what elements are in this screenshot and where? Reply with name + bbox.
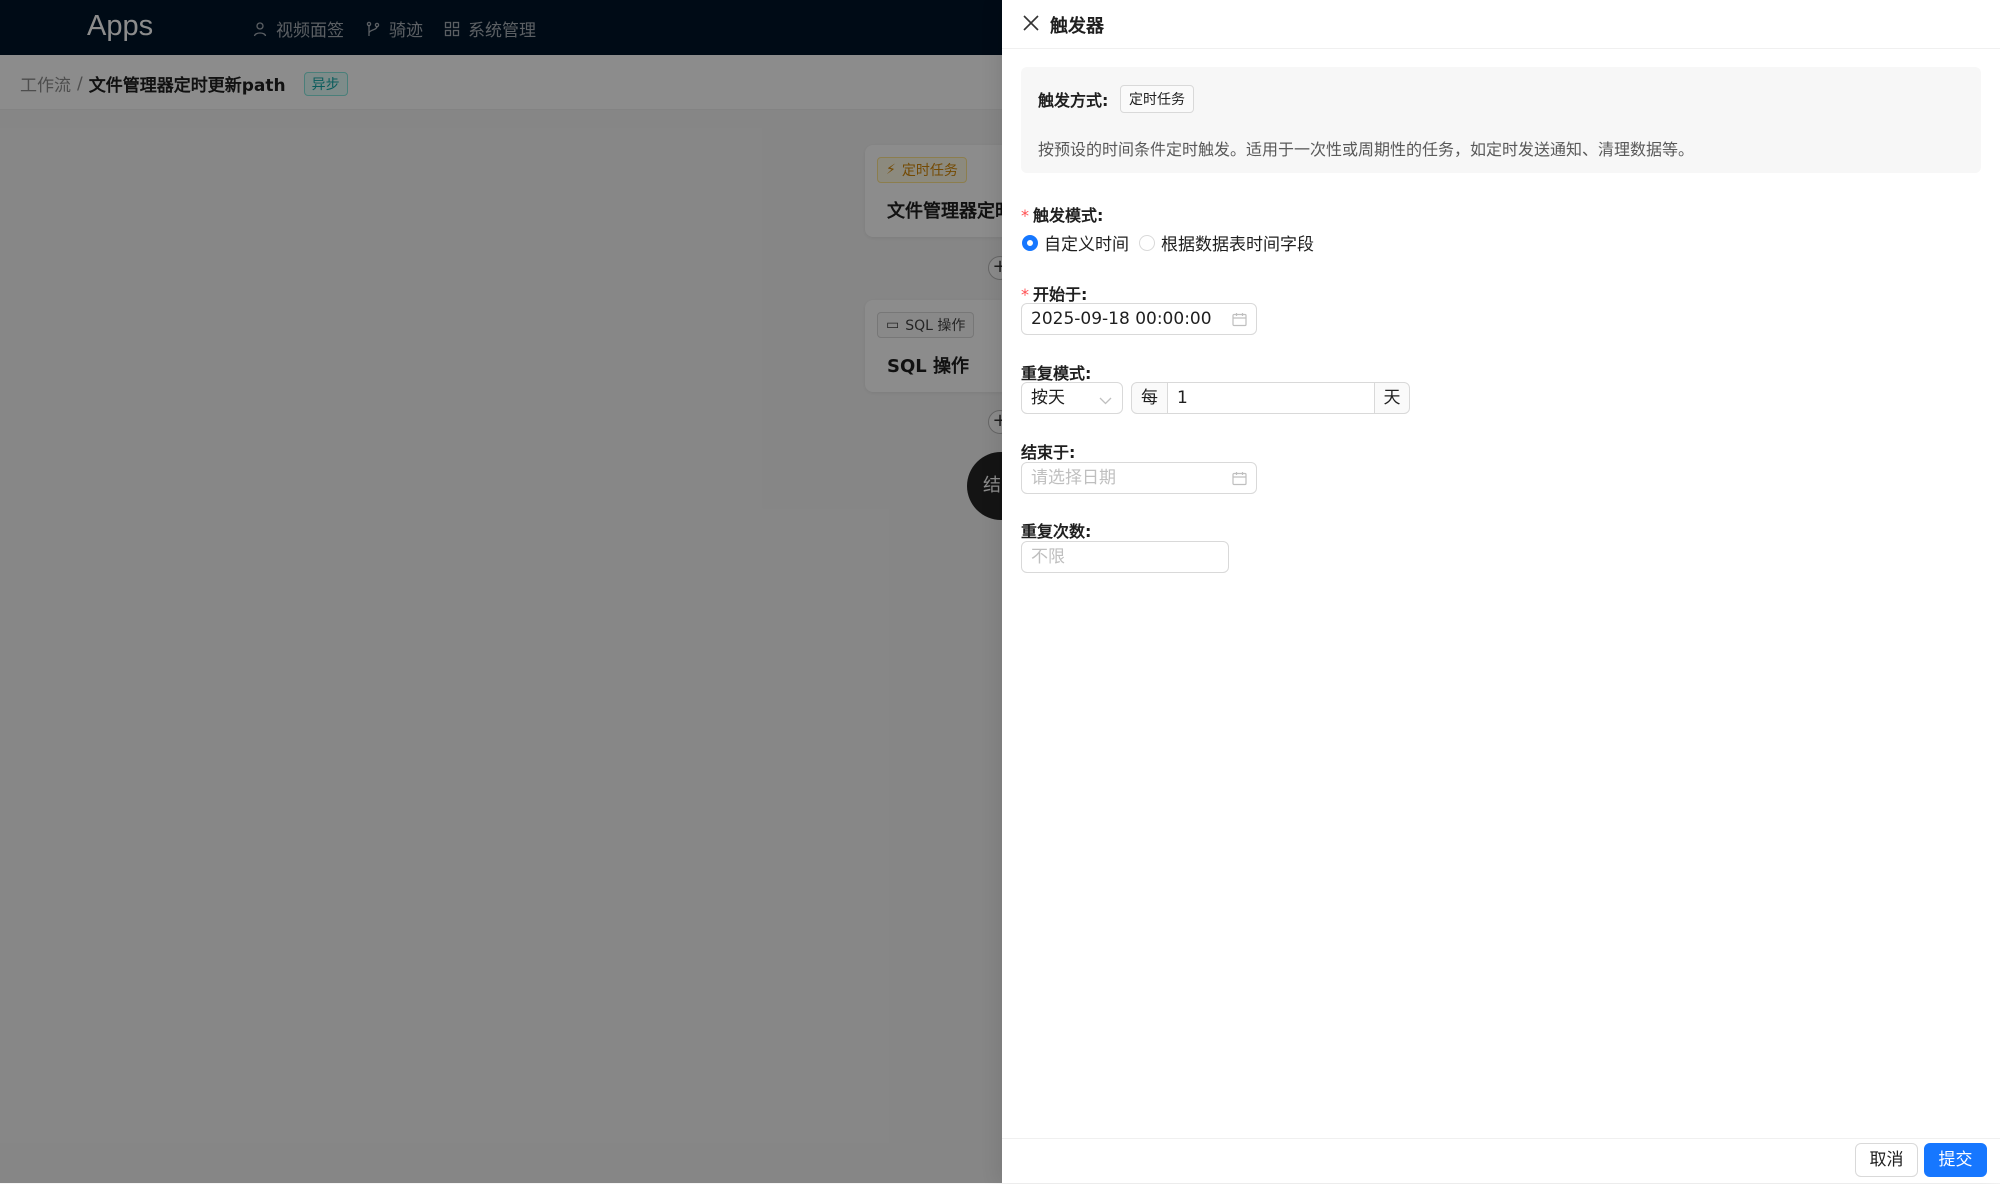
repeat-interval-value: 1 [1177,388,1188,408]
calendar-icon [1232,472,1247,486]
drawer-title: 触发器 [1050,16,1104,37]
repeat-count-placeholder: 不限 [1031,547,1065,567]
repeat-mode-label: 重复模式: [1021,360,1091,384]
start-datetime-value: 2025-09-18 00:00:00 [1031,309,1212,329]
end-at-label: 结束于: [1021,439,1075,463]
repeat-count-input[interactable]: 不限 [1021,541,1229,573]
field-label-text: 重复次数: [1021,522,1092,541]
trigger-drawer: 触发器 触发方式: 定时任务 按预设的时间条件定时触发。适用于一次性或周期性的任… [1002,0,2000,1183]
chevron-down-icon [1099,397,1112,405]
drawer-header: 触发器 [1002,0,2000,49]
repeat-mode-select[interactable]: 按天 [1021,382,1123,414]
repeat-mode-value: 按天 [1031,388,1065,408]
field-label-text: 重复模式: [1021,364,1092,383]
repeat-interval-suffix: 天 [1374,382,1410,414]
trigger-info-box: 触发方式: 定时任务 按预设的时间条件定时触发。适用于一次性或周期性的任务，如定… [1021,67,1981,173]
field-label-text: 结束于: [1021,443,1076,462]
drawer-mask[interactable] [0,0,1002,1183]
cancel-button[interactable]: 取消 [1855,1143,1918,1177]
start-datetime-picker[interactable]: 2025-09-18 00:00:00 [1021,303,1257,335]
trigger-mode-label: * 触发模式: [1021,202,1103,226]
radio-custom-time[interactable]: 自定义时间 [1022,230,1129,255]
radio-table-time-field[interactable]: 根据数据表时间字段 [1139,230,1314,255]
trigger-method-description: 按预设的时间条件定时触发。适用于一次性或周期性的任务，如定时发送通知、清理数据等… [1038,140,1695,159]
trigger-method-tag: 定时任务 [1120,85,1194,113]
repeat-interval-input[interactable]: 1 [1167,382,1375,414]
required-mark: * [1021,206,1029,225]
end-date-picker[interactable]: 请选择日期 [1021,462,1257,494]
radio-label: 自定义时间 [1044,235,1129,255]
close-icon[interactable] [1022,14,1040,32]
field-label-text: 触发模式: [1033,206,1104,225]
repeat-interval-prefix: 每 [1131,382,1168,414]
radio-checked-icon [1022,234,1038,251]
submit-button[interactable]: 提交 [1924,1143,1987,1177]
calendar-icon [1232,313,1247,327]
required-mark: * [1021,285,1029,304]
end-date-placeholder: 请选择日期 [1031,468,1116,488]
drawer-footer [1002,1138,2000,1184]
field-label-text: 开始于: [1033,285,1088,304]
radio-unchecked-icon [1139,234,1155,251]
radio-label: 根据数据表时间字段 [1161,235,1314,255]
trigger-method-label: 触发方式: [1038,91,1109,110]
repeat-count-label: 重复次数: [1021,518,1091,542]
start-at-label: * 开始于: [1021,281,1087,305]
